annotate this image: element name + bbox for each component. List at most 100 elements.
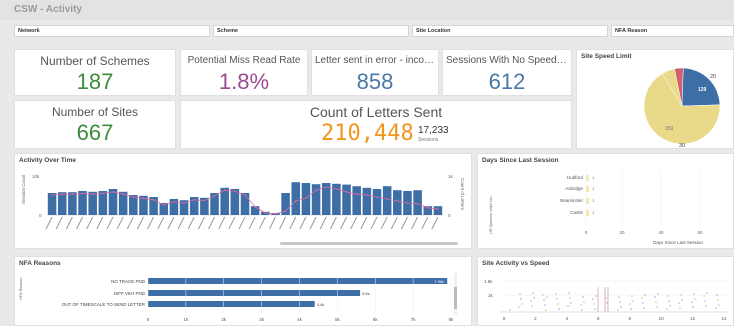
x-tick-label (401, 216, 408, 230)
x-tick-label (380, 216, 388, 230)
activity-bar (372, 189, 382, 215)
filter-scheme[interactable]: Scheme (213, 25, 409, 37)
letters-point (152, 199, 155, 201)
x-tick-label (65, 216, 73, 230)
letters-point (234, 190, 236, 192)
kpi-count-of-letters-sent[interactable]: Count of Letters Sent 210,448 17,233 Ses… (180, 100, 572, 149)
scatter-point (654, 296, 656, 298)
letters-point (61, 193, 64, 195)
scatter-point (530, 300, 532, 302)
category-label: Beaminster (560, 198, 583, 203)
x-tick: 12 (690, 316, 696, 321)
x-tick: 5k (335, 317, 341, 322)
x-tick: 0 (147, 317, 150, 322)
activity-over-time-panel[interactable]: Activity Over Time Session Count Count of… (14, 153, 472, 249)
letters-point (71, 193, 74, 195)
scatter-point (519, 293, 521, 295)
scatter-point (594, 308, 596, 310)
days-since-chart: UR Queens Valid Nu... Hudford 1 Axbridge 1 Be… (488, 170, 703, 245)
letters-point (305, 197, 307, 199)
letters-point (376, 196, 378, 198)
x-tick-label (76, 216, 83, 230)
activity-bar (311, 184, 321, 215)
letters-point (244, 194, 246, 196)
x-tick-label (137, 216, 144, 230)
nfa-bar (148, 290, 361, 296)
activity-bar (382, 186, 392, 215)
letters-point (416, 203, 419, 205)
kpi-number-of-schemes[interactable]: Number of Schemes 187 (14, 49, 176, 96)
x-tick-label (269, 216, 276, 230)
scatter-point (569, 297, 571, 299)
letters-point (223, 189, 226, 191)
x-tick-label (228, 216, 236, 230)
kpi-label: Sessions With No Speeding V... (446, 55, 571, 66)
letters-point (183, 202, 185, 204)
scatter-point (680, 294, 682, 296)
letters-point (81, 192, 84, 195)
filter-nfa-reason[interactable]: NFA Reason (611, 25, 734, 37)
scatter-point (617, 309, 619, 311)
y-axis-left-title: Session Count (21, 174, 26, 204)
x-tick-label (96, 216, 104, 230)
days-since-last-session-panel[interactable]: Days Since Last Session UR Queens Valid … (477, 153, 734, 249)
nfa-reasons-panel[interactable]: NFA Reasons NFA Reason NO TRACE PND 7.96k D… (14, 256, 472, 326)
y-axis-title: UR Queens Valid Nu... (488, 194, 493, 234)
scatter-point (706, 292, 708, 294)
value-label: 7.96k (434, 279, 444, 284)
y-axis-title: NFA Reason (18, 278, 23, 300)
scatter-point (555, 293, 557, 295)
category-label: Axbridge (565, 186, 583, 191)
x-tick-label (157, 216, 165, 230)
scatter-point (703, 295, 705, 297)
kpi-label: Count of Letters Sent (309, 104, 443, 120)
kpi-potential-miss-read-rate[interactable]: Potential Miss Read Rate 1.8% (180, 49, 308, 96)
scatter-point (693, 293, 695, 295)
x-tick-label (167, 216, 175, 230)
scatter-point (558, 308, 560, 310)
x-tick: 40 (658, 230, 664, 235)
activity-bar (413, 190, 422, 215)
letters-point (426, 207, 429, 209)
pie-label: 20 (710, 74, 716, 80)
activity-bar (291, 182, 301, 215)
letters-point (51, 194, 53, 196)
letters-point (437, 208, 439, 210)
category-label: NO TRACE PND (111, 279, 146, 284)
kpi-value: 187 (76, 69, 114, 94)
x-tick-label (238, 216, 246, 230)
scatter-point (581, 309, 583, 311)
scrollbar-thumb (454, 287, 457, 309)
scatter-point (567, 305, 569, 307)
scatter-point (509, 309, 511, 311)
site-activity-vs-speed-panel[interactable]: Site Activity vs Speed 1.5k 1k 0 2 4 6 8 10 12 14 (477, 256, 734, 326)
pie-label: 359 (665, 126, 674, 132)
scatter-point (667, 295, 669, 297)
x-tick-label (370, 216, 378, 230)
scatter-point (544, 304, 546, 306)
scatter-point (533, 297, 535, 299)
value-label: 5.6k (362, 291, 370, 296)
x-tick: 60 (697, 230, 703, 235)
site-speed-limit-panel[interactable]: Site Speed Limit 20 129 359 30 (576, 49, 734, 149)
kpi-sessions-no-speeding[interactable]: Sessions With No Speeding V... 612 (442, 49, 572, 96)
kpi-letters-sent-in-error[interactable]: Letter sent in error - incorrect ... 858 (311, 49, 439, 96)
activity-bar (57, 192, 67, 215)
x-tick: 1k (183, 317, 189, 322)
x-tick: 10 (659, 316, 665, 321)
y-axis-right-title: Count of Letters (460, 178, 465, 211)
letters-point (102, 192, 104, 195)
scatter-point (691, 301, 693, 303)
activity-bar (47, 193, 57, 215)
filter-network[interactable]: Network (14, 25, 210, 37)
scatter-point (546, 296, 548, 298)
x-tick: 14 (721, 316, 727, 321)
x-tick-label (147, 216, 155, 230)
filter-site-location[interactable]: Site Location (412, 25, 608, 37)
activity-bar (68, 192, 77, 215)
activity-bar (230, 189, 240, 215)
scatter-point (606, 302, 608, 304)
x-tick-label (258, 216, 266, 230)
kpi-number-of-sites[interactable]: Number of Sites 667 (14, 100, 176, 149)
pie-label: 30 (679, 143, 685, 149)
